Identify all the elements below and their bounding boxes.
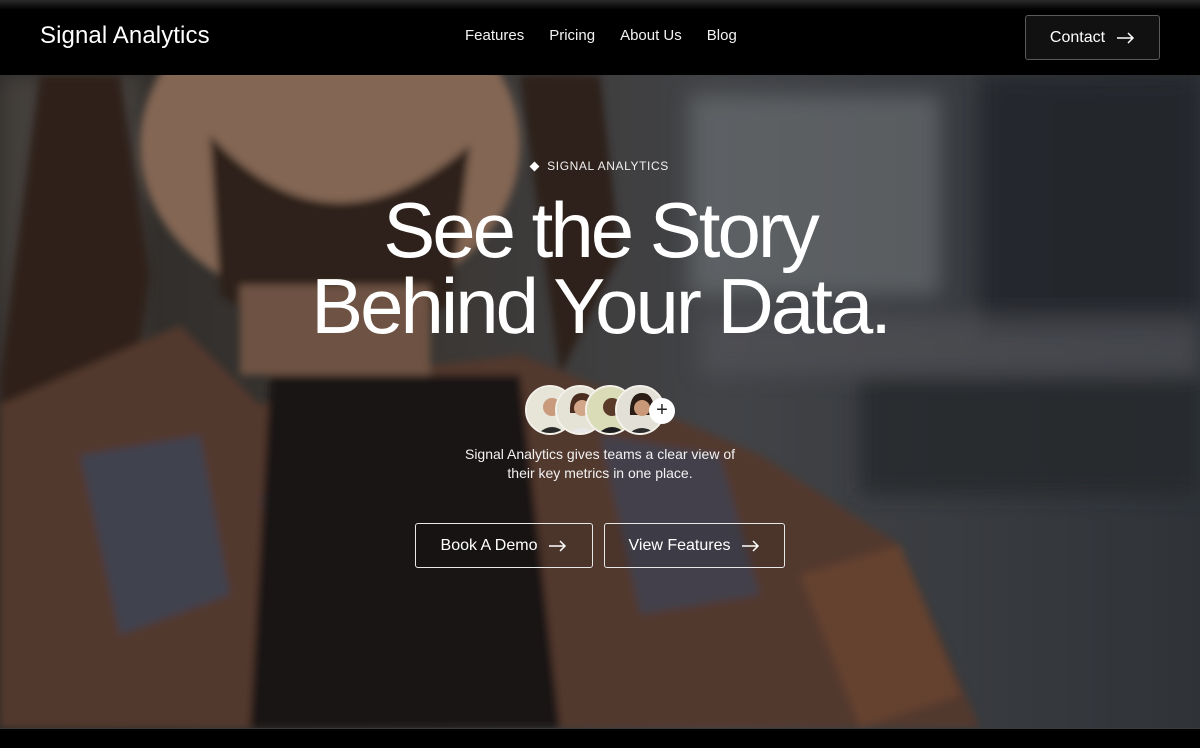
hero-description: Signal Analytics gives teams a clear vie…: [0, 445, 1200, 483]
view-features-button[interactable]: View Features: [604, 523, 785, 568]
nav-item-pricing[interactable]: Pricing: [549, 27, 595, 44]
contact-button-label: Contact: [1049, 28, 1106, 46]
nav-item-features[interactable]: Features: [465, 27, 524, 44]
hero-description-line-2: their key metrics in one place.: [507, 465, 693, 481]
hero-description-line-1: Signal Analytics gives teams a clear vie…: [464, 446, 735, 462]
nav-item-about-us[interactable]: About Us: [620, 27, 682, 44]
book-demo-button[interactable]: Book A Demo: [415, 523, 593, 568]
hero-headline-line-1: See the Story: [383, 186, 820, 274]
avatar-group: +: [525, 385, 685, 437]
hero-eyebrow: SIGNAL ANALYTICS: [0, 159, 1200, 173]
view-features-label: View Features: [628, 536, 731, 554]
arrow-right-icon: [549, 539, 567, 552]
diamond-icon: [529, 161, 540, 171]
page-bottom-strip: [0, 728, 1200, 748]
main-nav: Features Pricing About Us Blog: [465, 27, 762, 44]
nav-item-blog[interactable]: Blog: [707, 27, 737, 44]
plus-icon[interactable]: +: [649, 398, 675, 424]
site-header: Signal Analytics Features Pricing About …: [0, 0, 1200, 75]
hero-section: SIGNAL ANALYTICS See the Story Behind Yo…: [0, 75, 1200, 728]
brand-logo[interactable]: Signal Analytics: [40, 22, 210, 50]
arrow-right-icon: [1117, 31, 1135, 44]
hero-eyebrow-label: SIGNAL ANALYTICS: [547, 159, 669, 173]
hero-headline-line-2: Behind Your Data.: [311, 262, 892, 350]
contact-button[interactable]: Contact: [1025, 15, 1160, 60]
hero-headline: See the Story Behind Your Data.: [0, 186, 1200, 350]
arrow-right-icon: [742, 539, 760, 552]
book-demo-label: Book A Demo: [440, 536, 538, 554]
